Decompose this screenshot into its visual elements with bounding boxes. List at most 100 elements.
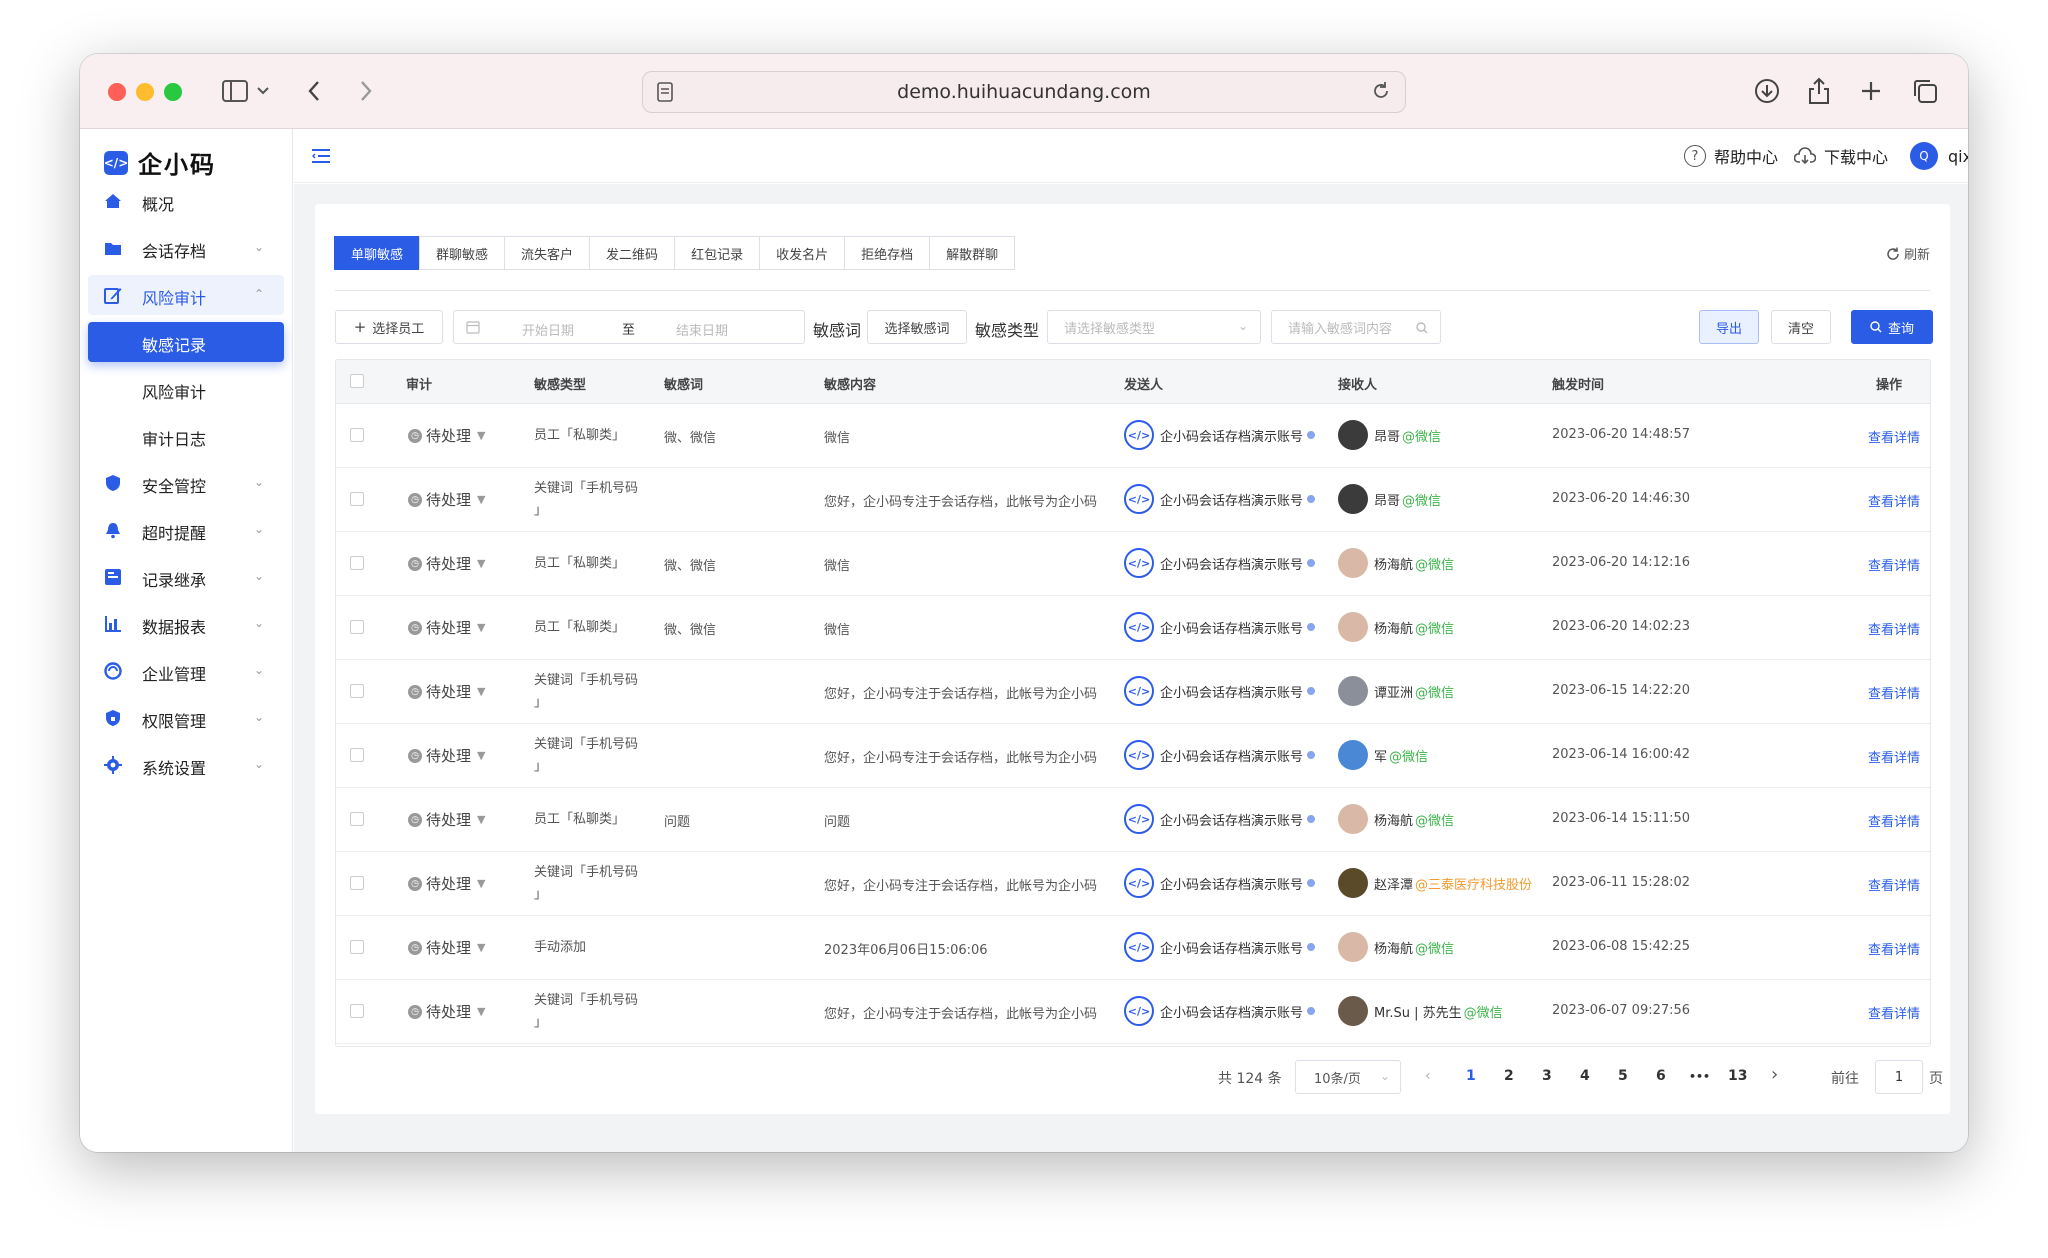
export-button[interactable]: 导出 bbox=[1699, 310, 1759, 344]
audit-status-dropdown[interactable]: ◷ 待处理 ▼ bbox=[408, 617, 485, 638]
sidebar-item-security[interactable]: 安全管控 ⌄ bbox=[88, 463, 284, 503]
sidebar-item-settings[interactable]: 系统设置 ⌄ bbox=[88, 745, 284, 785]
row-checkbox[interactable] bbox=[350, 1004, 364, 1018]
tab-group-chat-sensitive[interactable]: 群聊敏感 bbox=[419, 236, 506, 270]
start-date-input[interactable]: 开始日期 bbox=[522, 320, 574, 339]
tab-single-chat-sensitive[interactable]: 单聊敏感 bbox=[334, 236, 421, 270]
receiver-cell: 杨海航 @微信 bbox=[1338, 932, 1454, 962]
sidebar-item-overview[interactable]: 概况 bbox=[88, 181, 284, 221]
audit-status-dropdown[interactable]: ◷ 待处理 ▼ bbox=[408, 553, 485, 574]
audit-status-dropdown[interactable]: ◷ 待处理 ▼ bbox=[408, 809, 485, 830]
sidebar-toggle-icon[interactable] bbox=[218, 74, 252, 108]
tab-refuse-archive[interactable]: 拒绝存档 bbox=[844, 236, 931, 270]
audit-status-dropdown[interactable]: ◷ 待处理 ▼ bbox=[408, 745, 485, 766]
next-page-icon[interactable]: › bbox=[1771, 1064, 1778, 1085]
end-date-input[interactable]: 结束日期 bbox=[676, 320, 728, 339]
view-details-link[interactable]: 查看详情 bbox=[1868, 555, 1920, 574]
tab-red-packet[interactable]: 红包记录 bbox=[674, 236, 761, 270]
sensitive-type-select[interactable]: 请选择敏感类型 ⌄ bbox=[1047, 310, 1261, 344]
row-checkbox[interactable] bbox=[350, 812, 364, 826]
row-checkbox[interactable] bbox=[350, 428, 364, 442]
forward-icon[interactable] bbox=[354, 74, 378, 108]
select-sensitive-word-button[interactable]: 选择敏感词 bbox=[867, 310, 967, 344]
view-details-link[interactable]: 查看详情 bbox=[1868, 875, 1920, 894]
row-checkbox[interactable] bbox=[350, 556, 364, 570]
view-details-link[interactable]: 查看详情 bbox=[1868, 491, 1920, 510]
view-details-link[interactable]: 查看详情 bbox=[1868, 427, 1920, 446]
download-icon[interactable] bbox=[1752, 74, 1782, 108]
row-checkbox[interactable] bbox=[350, 940, 364, 954]
prev-page-icon[interactable]: ‹ bbox=[1425, 1068, 1431, 1084]
sidebar-item-risk-audit-sub[interactable]: 风险审计 bbox=[88, 369, 284, 409]
sensitive-content-input[interactable]: 请输入敏感词内容 bbox=[1271, 310, 1441, 344]
sidebar-item-data-report[interactable]: 数据报表 ⌄ bbox=[88, 604, 284, 644]
address-bar[interactable]: demo.huihuacundang.com bbox=[642, 71, 1406, 113]
page-size-select[interactable]: 10条/页 ⌄ bbox=[1295, 1060, 1401, 1094]
row-checkbox[interactable] bbox=[350, 876, 364, 890]
audit-status-dropdown[interactable]: ◷ 待处理 ▼ bbox=[408, 489, 485, 510]
zoom-window-button[interactable] bbox=[164, 83, 182, 101]
tab-overview-icon[interactable] bbox=[1910, 74, 1940, 108]
view-details-link[interactable]: 查看详情 bbox=[1868, 683, 1920, 702]
audit-status-dropdown[interactable]: ◷ 待处理 ▼ bbox=[408, 681, 485, 702]
share-icon[interactable] bbox=[1804, 74, 1834, 108]
tab-send-qrcode[interactable]: 发二维码 bbox=[589, 236, 676, 270]
page-3[interactable]: 3 bbox=[1542, 1068, 1552, 1084]
page-4[interactable]: 4 bbox=[1580, 1068, 1590, 1084]
view-details-link[interactable]: 查看详情 bbox=[1868, 939, 1920, 958]
user-menu[interactable]: Q qixiaoma ▼ bbox=[1910, 142, 1968, 170]
page-5[interactable]: 5 bbox=[1618, 1068, 1628, 1084]
chevron-down-icon[interactable] bbox=[254, 74, 272, 108]
trigger-time: 2023-06-20 14:48:57 bbox=[1552, 427, 1691, 442]
select-staff-button[interactable]: + 选择员工 bbox=[335, 310, 443, 344]
view-details-link[interactable]: 查看详情 bbox=[1868, 1003, 1920, 1022]
row-checkbox[interactable] bbox=[350, 620, 364, 634]
select-all-checkbox[interactable] bbox=[350, 374, 364, 388]
view-details-link[interactable]: 查看详情 bbox=[1868, 811, 1920, 830]
query-button[interactable]: 查询 bbox=[1851, 310, 1933, 344]
close-window-button[interactable] bbox=[108, 83, 126, 101]
page-6[interactable]: 6 bbox=[1656, 1068, 1666, 1084]
sidebar-item-label: 敏感记录 bbox=[142, 336, 207, 355]
audit-status-dropdown[interactable]: ◷ 待处理 ▼ bbox=[408, 1001, 485, 1022]
row-checkbox[interactable] bbox=[350, 492, 364, 506]
sensitive-type: 员工「私聊类」 bbox=[534, 428, 626, 443]
refresh-button[interactable]: 刷新 bbox=[1886, 244, 1930, 263]
sidebar-item-audit-log[interactable]: 审计日志 bbox=[88, 416, 284, 456]
view-details-link[interactable]: 查看详情 bbox=[1868, 619, 1920, 638]
app-header: ? 帮助中心 下载中心 Q qixiaoma ▼ bbox=[294, 129, 1968, 183]
sidebar-item-enterprise[interactable]: 企业管理 ⌄ bbox=[88, 651, 284, 691]
sidebar-item-sensitive-records[interactable]: 敏感记录 bbox=[88, 322, 284, 362]
sidebar-item-permissions[interactable]: 权限管理 ⌄ bbox=[88, 698, 284, 738]
clear-button[interactable]: 清空 bbox=[1771, 310, 1831, 344]
menu-fold-icon[interactable] bbox=[311, 147, 330, 168]
new-tab-icon[interactable] bbox=[1856, 74, 1886, 108]
page-ellipsis[interactable]: ••• bbox=[1689, 1070, 1710, 1083]
receiver-cell: 谭亚洲 @微信 bbox=[1338, 676, 1454, 706]
audit-status-dropdown[interactable]: ◷ 待处理 ▼ bbox=[408, 937, 485, 958]
page-1[interactable]: 1 bbox=[1466, 1068, 1476, 1084]
sidebar-item-risk-audit[interactable]: 风险审计 ⌃ bbox=[88, 275, 284, 315]
view-details-link[interactable]: 查看详情 bbox=[1868, 747, 1920, 766]
page-2[interactable]: 2 bbox=[1504, 1068, 1514, 1084]
goto-page-input[interactable]: 1 bbox=[1875, 1060, 1923, 1094]
download-center-link[interactable]: 下载中心 bbox=[1794, 143, 1888, 169]
logo[interactable]: </> 企小码 bbox=[104, 145, 216, 180]
audit-status-dropdown[interactable]: ◷ 待处理 ▼ bbox=[408, 873, 485, 894]
help-center-link[interactable]: ? 帮助中心 bbox=[1684, 143, 1778, 169]
sidebar-item-chat-archive[interactable]: 会话存档 ⌄ bbox=[88, 228, 284, 268]
row-checkbox[interactable] bbox=[350, 684, 364, 698]
tab-business-card[interactable]: 收发名片 bbox=[759, 236, 846, 270]
minimize-window-button[interactable] bbox=[136, 83, 154, 101]
sidebar-item-record-inherit[interactable]: 记录继承 ⌄ bbox=[88, 557, 284, 597]
reload-icon[interactable] bbox=[1371, 81, 1391, 106]
sender-name: 企小码会话存档演示账号 bbox=[1160, 941, 1304, 957]
row-checkbox[interactable] bbox=[350, 748, 364, 762]
audit-status-dropdown[interactable]: ◷ 待处理 ▼ bbox=[408, 425, 485, 446]
tab-lost-customers[interactable]: 流失客户 bbox=[504, 236, 591, 270]
tab-dissolve-group[interactable]: 解散群聊 bbox=[929, 236, 1016, 270]
page-13[interactable]: 13 bbox=[1728, 1068, 1747, 1084]
date-range-picker[interactable]: 开始日期 至 结束日期 bbox=[453, 310, 805, 344]
sidebar-item-timeout-alert[interactable]: 超时提醒 ⌄ bbox=[88, 510, 284, 550]
back-icon[interactable] bbox=[302, 74, 326, 108]
